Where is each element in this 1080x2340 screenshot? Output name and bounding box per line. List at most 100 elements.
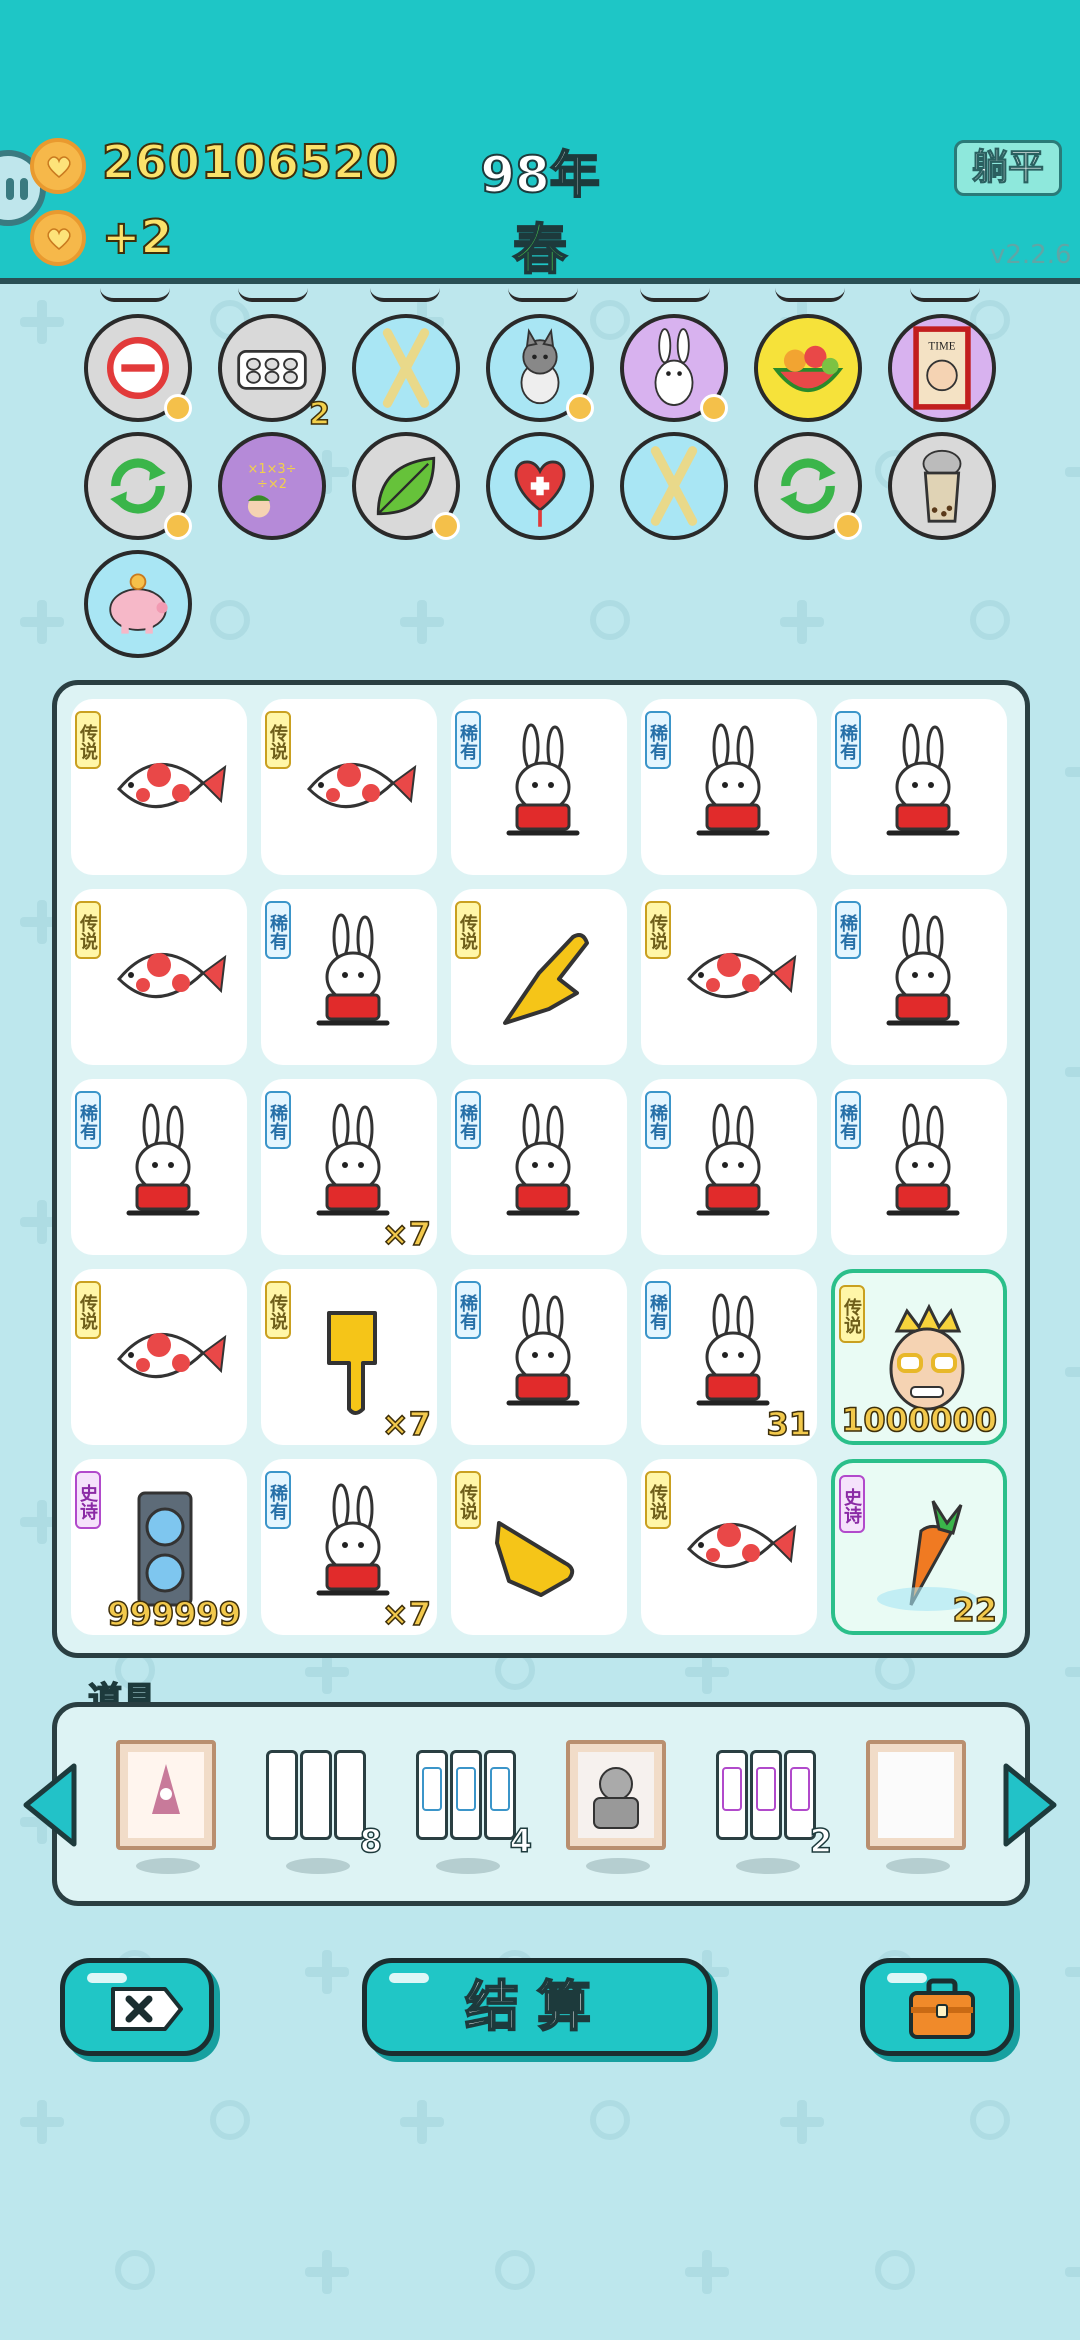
card-rabbit[interactable]: 稀有	[831, 1079, 1007, 1255]
card-quantity: 31	[766, 1404, 812, 1444]
crossed-sticks-icon[interactable]	[352, 314, 460, 422]
owned-items: 2 TIME ×1×3÷ ÷×2	[0, 290, 1080, 670]
rarity-tag: 稀有	[645, 1281, 671, 1339]
leaf-icon[interactable]	[352, 432, 460, 540]
rarity-tag: 稀有	[265, 901, 291, 959]
card-koi-fish[interactable]: 传说	[261, 699, 437, 875]
husky-dog-icon[interactable]	[486, 314, 594, 422]
bg-plus-shape	[400, 2100, 444, 2144]
rarity-tag: 传说	[645, 901, 671, 959]
windmill-card-icon[interactable]	[116, 1740, 216, 1874]
rarity-tag: 稀有	[455, 1091, 481, 1149]
heart-blood-bag-icon[interactable]	[486, 432, 594, 540]
bubble-tea-icon[interactable]	[888, 432, 996, 540]
refresh-icon[interactable]	[84, 432, 192, 540]
card-koi-fish[interactable]: 传说	[71, 889, 247, 1065]
robot-card-icon[interactable]	[566, 1740, 666, 1874]
card-pointing-hand-right[interactable]: 传说	[451, 1459, 627, 1635]
year-label: 98年	[479, 145, 601, 205]
card-quantity: 1000000	[840, 1400, 997, 1440]
coin-badge-icon	[164, 394, 192, 422]
rabbit-icon	[316, 913, 390, 1026]
pointing-hand-icon	[503, 933, 589, 1025]
card-rabbit[interactable]: 稀有	[451, 699, 627, 875]
card-rabbit[interactable]: 稀有	[261, 889, 437, 1065]
prop-count: 2	[809, 1821, 833, 1861]
card-koi-fish[interactable]: 传说	[71, 1269, 247, 1445]
card-pointing-down-hand[interactable]: 传说 ×7	[261, 1269, 437, 1445]
egg-tray-icon[interactable]: 2	[218, 314, 331, 433]
card-pointing-hand[interactable]: 传说	[451, 889, 627, 1065]
piggy-bank-icon[interactable]	[84, 550, 192, 658]
rabbit-icon	[886, 913, 960, 1026]
coin-badge-icon	[432, 512, 460, 540]
rabbit-icon	[316, 1483, 390, 1596]
rarity-tag: 传说	[265, 1281, 291, 1339]
coin-rate-icon	[30, 210, 86, 266]
bg-ring-shape	[875, 2250, 915, 2290]
card-carrot[interactable]: 史诗 22	[831, 1459, 1007, 1635]
card-koi-fish[interactable]: 传说	[641, 889, 817, 1065]
rarity-tag: 传说	[265, 711, 291, 769]
rarity-tag: 稀有	[835, 711, 861, 769]
rarity-tag: 稀有	[75, 1091, 101, 1149]
blank-packs-icon[interactable]: 8	[266, 1740, 383, 1874]
card-rabbit[interactable]: 稀有 ×7	[261, 1459, 437, 1635]
card-rabbit[interactable]: 稀有	[831, 699, 1007, 875]
arrow-left-icon[interactable]	[18, 1760, 80, 1850]
svg-text:×1×3÷: ×1×3÷	[247, 462, 296, 477]
card-rabbit[interactable]: 稀有	[451, 1079, 627, 1255]
delete-button[interactable]	[60, 1958, 214, 2056]
card-rabbit[interactable]: 稀有	[451, 1269, 627, 1445]
prop-count: 8	[359, 1821, 383, 1861]
card-rabbit[interactable]: 稀有	[831, 889, 1007, 1065]
settle-button[interactable]: 结算	[362, 1958, 712, 2056]
bg-plus-shape	[1065, 1050, 1080, 1094]
card-quantity: ×7	[381, 1214, 432, 1254]
rarity-tag: 传说	[455, 1471, 481, 1529]
koi-fish-icon	[116, 1332, 227, 1379]
crossed-sticks-icon[interactable]	[620, 432, 728, 540]
bg-plus-shape	[1065, 1650, 1080, 1694]
bg-plus-shape	[1065, 1950, 1080, 1994]
card-graphics-card[interactable]: 史诗 999999	[71, 1459, 247, 1635]
arrow-right-icon[interactable]	[1000, 1760, 1062, 1850]
coin-badge-icon	[834, 512, 862, 540]
season-label: 春	[512, 217, 568, 282]
refresh-icon[interactable]	[754, 432, 862, 540]
card-rabbit[interactable]: 稀有	[71, 1079, 247, 1255]
version-label: v2.2.6	[990, 240, 1072, 270]
koi-fish-icon	[116, 952, 227, 999]
card-quantity: ×7	[381, 1404, 432, 1444]
card-rabbit[interactable]: 稀有	[641, 1079, 817, 1255]
card-rabbit[interactable]: 稀有 ×7	[261, 1079, 437, 1255]
minus-icon[interactable]	[84, 314, 192, 422]
coin-rate: +2	[101, 209, 174, 265]
card-frame	[116, 1740, 216, 1850]
lie-flat-button[interactable]: 躺平	[954, 140, 1062, 196]
blank-card-icon[interactable]	[866, 1740, 966, 1874]
bag-button[interactable]	[860, 1958, 1014, 2056]
briefcase-icon	[909, 1978, 975, 2039]
card-koi-fish[interactable]: 传说	[71, 699, 247, 875]
math-brain-icon[interactable]: ×1×3÷ ÷×2	[218, 432, 326, 540]
bg-plus-shape	[305, 1950, 349, 1994]
bg-plus-shape	[685, 2250, 729, 2294]
rarity-tag: 传说	[839, 1285, 865, 1343]
rabbit-icon	[696, 723, 770, 836]
fruit-basket-icon[interactable]	[754, 314, 862, 422]
card-rabbit[interactable]: 稀有	[641, 699, 817, 875]
bg-plus-shape	[1065, 1350, 1080, 1394]
rabbit-icon[interactable]	[620, 314, 728, 422]
coin-icon	[30, 138, 86, 194]
card-rabbit[interactable]: 稀有 31	[641, 1269, 817, 1445]
card-koi-fish[interactable]: 传说	[641, 1459, 817, 1635]
rabbit-icon	[506, 1103, 580, 1216]
rarity-tag: 稀有	[835, 901, 861, 959]
rabbit-icon	[126, 1103, 200, 1216]
rare-packs-icon[interactable]: 4	[416, 1740, 533, 1874]
epic-packs-icon[interactable]: 2	[716, 1740, 833, 1874]
time-portrait-icon[interactable]: TIME	[888, 314, 996, 422]
card-crowned-face[interactable]: 传说 1000000	[831, 1269, 1007, 1445]
rabbit-icon	[696, 1103, 770, 1216]
